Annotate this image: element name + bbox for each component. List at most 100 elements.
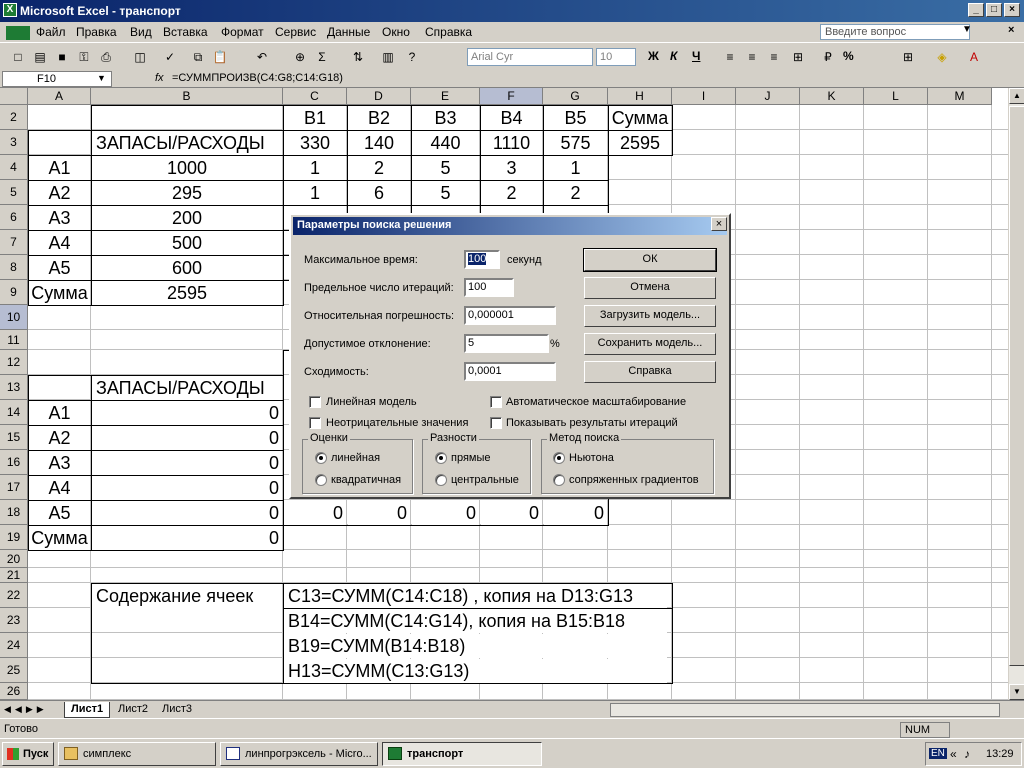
- font-size-select[interactable]: 10: [596, 48, 636, 66]
- percent-button[interactable]: %: [843, 49, 854, 63]
- hyperlink-icon[interactable]: ⊕: [292, 49, 308, 65]
- currency-icon[interactable]: ₽: [820, 49, 836, 65]
- linear-model-checkbox[interactable]: [309, 396, 321, 408]
- close-button[interactable]: ×: [1004, 3, 1020, 17]
- column-header-l[interactable]: L: [864, 88, 928, 105]
- row-header-21[interactable]: 21: [0, 568, 28, 583]
- precision-input[interactable]: 0,000001: [464, 306, 556, 325]
- row-header-24[interactable]: 24: [0, 633, 28, 658]
- row-header-2[interactable]: 2: [0, 105, 28, 130]
- undo-icon[interactable]: ↶: [254, 49, 270, 65]
- non-negative-checkbox[interactable]: [309, 417, 321, 429]
- row-header-7[interactable]: 7: [0, 230, 28, 255]
- row-header-22[interactable]: 22: [0, 583, 28, 608]
- font-color-icon[interactable]: A: [966, 49, 982, 65]
- underline-button[interactable]: Ч: [692, 49, 700, 63]
- estimates-quadratic-radio[interactable]: [315, 474, 327, 486]
- column-header-b[interactable]: B: [91, 88, 283, 105]
- search-conjugate-radio[interactable]: [553, 474, 565, 486]
- column-header-i[interactable]: I: [672, 88, 736, 105]
- row-header-12[interactable]: 12: [0, 350, 28, 375]
- row-header-20[interactable]: 20: [0, 550, 28, 568]
- cancel-button[interactable]: Отмена: [584, 277, 716, 299]
- tab-sheet3[interactable]: Лист3: [156, 702, 198, 718]
- column-header-j[interactable]: J: [736, 88, 800, 105]
- menu-window[interactable]: Окно: [382, 25, 410, 39]
- preview-icon[interactable]: ◫: [132, 49, 148, 65]
- menu-help[interactable]: Справка: [425, 25, 472, 39]
- menu-tools[interactable]: Сервис: [275, 25, 316, 39]
- row-header-17[interactable]: 17: [0, 475, 28, 500]
- align-left-icon[interactable]: ≡: [722, 49, 738, 65]
- column-header-k[interactable]: K: [800, 88, 864, 105]
- menu-file[interactable]: Файл: [36, 25, 66, 39]
- copy-icon[interactable]: ⧉: [190, 49, 206, 65]
- align-right-icon[interactable]: ≡: [766, 49, 782, 65]
- column-header-a[interactable]: A: [28, 88, 91, 105]
- scroll-down-icon[interactable]: ▼: [1009, 684, 1024, 700]
- row-header-9[interactable]: 9: [0, 280, 28, 305]
- load-model-button[interactable]: Загрузить модель...: [584, 305, 716, 327]
- max-iterations-input[interactable]: 100: [464, 278, 514, 297]
- column-header-f[interactable]: F: [480, 88, 543, 105]
- start-button[interactable]: Пуск: [2, 742, 54, 766]
- row-header-19[interactable]: 19: [0, 525, 28, 550]
- row-header-3[interactable]: 3: [0, 130, 28, 155]
- scroll-up-icon[interactable]: ▲: [1009, 88, 1024, 104]
- row-header-16[interactable]: 16: [0, 450, 28, 475]
- help-question-input[interactable]: Введите вопрос: [820, 24, 970, 40]
- select-all-corner[interactable]: [0, 88, 28, 105]
- sort-icon[interactable]: ⇅: [350, 49, 366, 65]
- help-dropdown-icon[interactable]: ▼: [962, 24, 972, 35]
- column-header-c[interactable]: C: [283, 88, 347, 105]
- volume-icon[interactable]: ♪: [964, 747, 970, 761]
- excel-app-icon[interactable]: X: [3, 3, 17, 17]
- column-header-d[interactable]: D: [347, 88, 411, 105]
- tray-expand-icon[interactable]: «: [950, 747, 957, 761]
- tab-sheet1[interactable]: Лист1: [64, 702, 111, 718]
- column-header-g[interactable]: G: [543, 88, 608, 105]
- max-time-input[interactable]: 100: [464, 250, 500, 269]
- horizontal-scrollbar[interactable]: [610, 703, 1000, 717]
- row-header-4[interactable]: 4: [0, 155, 28, 180]
- auto-scaling-checkbox[interactable]: [490, 396, 502, 408]
- workbook-icon[interactable]: [6, 26, 30, 40]
- spelling-icon[interactable]: ✓: [162, 49, 178, 65]
- menu-view[interactable]: Вид: [130, 25, 152, 39]
- dialog-close-button[interactable]: ×: [711, 217, 727, 231]
- column-header-e[interactable]: E: [411, 88, 480, 105]
- row-header-10[interactable]: 10: [0, 305, 28, 330]
- column-header-m[interactable]: M: [928, 88, 992, 105]
- row-header-11[interactable]: 11: [0, 330, 28, 350]
- formula-input[interactable]: =СУММПРОИЗВ(C4:G8;C14:G18): [172, 72, 343, 84]
- row-header-23[interactable]: 23: [0, 608, 28, 633]
- help-button[interactable]: Справка: [584, 361, 716, 383]
- print-icon[interactable]: ⎙: [98, 49, 114, 65]
- italic-button[interactable]: К: [670, 49, 677, 63]
- row-header-5[interactable]: 5: [0, 180, 28, 205]
- tab-scroll-icons[interactable]: ◀◀▶▶: [4, 704, 48, 715]
- menu-edit[interactable]: Правка: [76, 25, 117, 39]
- row-header-8[interactable]: 8: [0, 255, 28, 280]
- open-icon[interactable]: ▤: [32, 49, 48, 65]
- row-header-15[interactable]: 15: [0, 425, 28, 450]
- column-header-h[interactable]: H: [608, 88, 672, 105]
- paste-icon[interactable]: 📋: [212, 49, 228, 65]
- tab-sheet2[interactable]: Лист2: [112, 702, 154, 718]
- name-box[interactable]: F10: [2, 71, 112, 87]
- permission-icon[interactable]: ⚿: [76, 49, 92, 65]
- row-header-25[interactable]: 25: [0, 658, 28, 683]
- ok-button[interactable]: ОК: [583, 248, 717, 272]
- merge-center-icon[interactable]: ⊞: [790, 49, 806, 65]
- borders-icon[interactable]: ⊞: [900, 49, 916, 65]
- save-model-button[interactable]: Сохранить модель...: [584, 333, 716, 355]
- maximize-button[interactable]: □: [986, 3, 1002, 17]
- derivatives-forward-radio[interactable]: [435, 452, 447, 464]
- tolerance-input[interactable]: 5: [464, 334, 549, 353]
- fill-color-icon[interactable]: ◈: [934, 49, 950, 65]
- menu-data[interactable]: Данные: [327, 25, 370, 39]
- derivatives-central-radio[interactable]: [435, 474, 447, 486]
- menu-insert[interactable]: Вставка: [163, 25, 208, 39]
- row-header-18[interactable]: 18: [0, 500, 28, 525]
- row-header-6[interactable]: 6: [0, 205, 28, 230]
